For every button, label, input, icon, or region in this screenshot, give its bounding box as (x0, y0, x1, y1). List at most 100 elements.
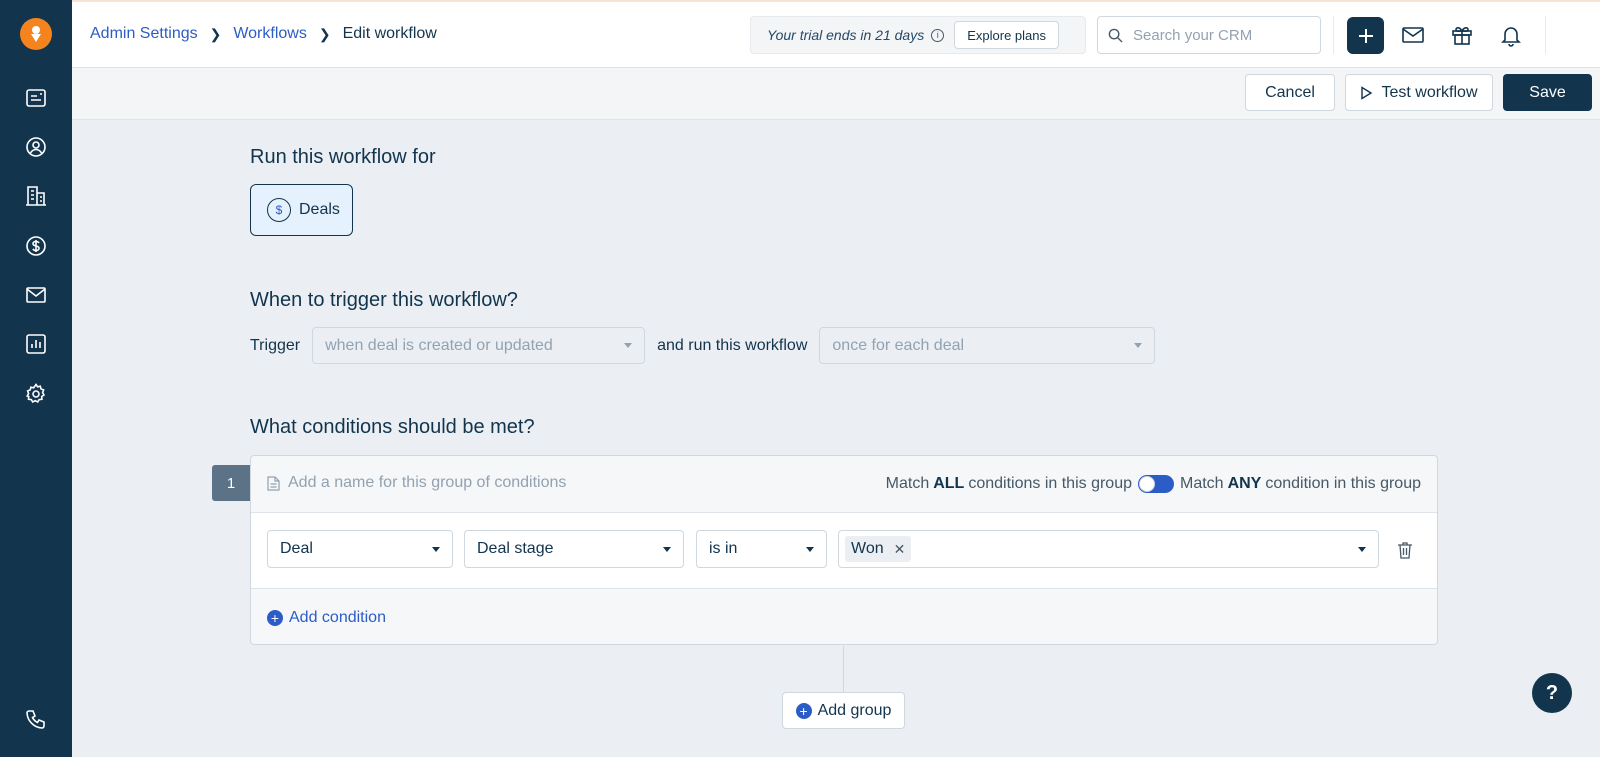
operator-select[interactable]: is in (696, 530, 827, 568)
caret-down-icon (1134, 343, 1143, 348)
bell-icon (1501, 27, 1521, 47)
remove-tag-icon[interactable]: ✕ (894, 541, 906, 558)
breadcrumb: Admin Settings ❯ Workflows ❯ Edit workfl… (90, 25, 437, 43)
info-icon[interactable]: i (931, 28, 945, 42)
add-group-button[interactable]: + Add group (782, 692, 905, 729)
add-group-label: Add group (817, 701, 892, 719)
group-name-input[interactable]: Add a name for this group of conditions (267, 474, 566, 492)
caret-down-icon (432, 546, 440, 552)
save-button[interactable]: Save (1503, 74, 1592, 111)
entity-select[interactable]: Deal (267, 530, 453, 568)
run-for-title: Run this workflow for (250, 146, 436, 168)
toggle-knob (1138, 476, 1155, 492)
explore-plans-button[interactable]: Explore plans (954, 21, 1059, 49)
test-workflow-label: Test workflow (1381, 83, 1478, 101)
chevron-right-icon: ❯ (209, 25, 222, 42)
dashboard-icon (26, 89, 46, 107)
breadcrumb-workflows[interactable]: Workflows (233, 25, 307, 43)
plus-circle-icon: + (267, 610, 283, 626)
trial-text: Your trial ends in 21 days (767, 27, 925, 43)
add-condition-button[interactable]: + Add condition (267, 609, 386, 627)
mail-button[interactable] (1399, 21, 1427, 49)
match-any-bold: ANY (1227, 475, 1262, 492)
divider (1545, 16, 1546, 54)
gift-icon (1452, 27, 1472, 45)
condition-row: Deal Deal stage is in Won ✕ (251, 513, 1437, 589)
caret-down-icon (624, 343, 633, 348)
contact-icon (26, 137, 46, 157)
condition-group: Add a name for this group of conditions … (250, 455, 1438, 645)
search-icon (1108, 28, 1123, 43)
building-icon (26, 186, 46, 206)
sidebar-item-dashboard[interactable] (22, 84, 50, 112)
document-icon (267, 475, 280, 491)
notifications-button[interactable] (1497, 21, 1525, 49)
sidebar-item-accounts[interactable] (22, 182, 50, 210)
logo-icon (31, 26, 41, 42)
entity-select-value: Deal (280, 540, 313, 557)
quick-add-button[interactable] (1347, 17, 1384, 54)
entity-option-label: Deals (299, 201, 340, 218)
breadcrumb-admin-settings[interactable]: Admin Settings (90, 25, 198, 43)
conditions-title: What conditions should be met? (250, 416, 535, 438)
test-workflow-button[interactable]: Test workflow (1345, 74, 1493, 111)
sidebar-item-reports[interactable] (22, 330, 50, 358)
value-tag-label: Won (851, 540, 884, 557)
entity-option-deals[interactable]: $ Deals (250, 184, 353, 236)
sidebar-item-deals[interactable] (22, 232, 50, 260)
sidebar-item-phone[interactable] (22, 706, 50, 734)
sidebar-item-email[interactable] (22, 281, 50, 309)
caret-down-icon (663, 546, 671, 552)
dollar-icon (26, 236, 46, 256)
trigger-row: Trigger when deal is created or updated … (250, 327, 1156, 364)
sidebar-item-contacts[interactable] (22, 133, 50, 161)
trigger-select[interactable]: when deal is created or updated (312, 327, 646, 364)
mail-icon (26, 287, 46, 303)
add-condition-label: Add condition (289, 609, 386, 626)
gift-button[interactable] (1448, 21, 1476, 49)
top-bar: Admin Settings ❯ Workflows ❯ Edit workfl… (72, 0, 1600, 68)
caret-down-icon (1358, 546, 1366, 552)
plus-icon (1358, 28, 1373, 43)
value-multiselect[interactable]: Won ✕ (838, 530, 1379, 568)
dollar-icon: $ (267, 198, 291, 222)
breadcrumb-current: Edit workflow (342, 25, 437, 42)
run-label: and run this workflow (657, 336, 808, 354)
trigger-title: When to trigger this workflow? (250, 289, 518, 311)
run-frequency-select[interactable]: once for each deal (819, 327, 1156, 364)
app-logo[interactable] (20, 18, 52, 50)
trigger-select-value: when deal is created or updated (325, 336, 553, 354)
search-box[interactable] (1097, 16, 1321, 54)
mail-icon (1402, 27, 1424, 43)
group-number-badge: 1 (212, 465, 250, 501)
trial-banner: Your trial ends in 21 days i Explore pla… (750, 16, 1086, 54)
match-all-prefix: Match (885, 475, 930, 492)
condition-group-header: Add a name for this group of conditions … (251, 456, 1437, 513)
trash-icon[interactable] (1397, 541, 1413, 559)
gear-icon (26, 383, 46, 404)
field-select-value: Deal stage (477, 540, 554, 557)
match-toggle[interactable] (1137, 475, 1174, 493)
group-name-placeholder: Add a name for this group of conditions (288, 474, 567, 491)
chevron-right-icon: ❯ (318, 25, 331, 42)
match-any-prefix: Match (1179, 475, 1224, 492)
match-all-suffix: conditions in this group (968, 475, 1132, 492)
play-icon (1361, 85, 1373, 100)
action-bar: Cancel Test workflow Save (72, 68, 1600, 120)
cancel-button[interactable]: Cancel (1245, 74, 1335, 111)
match-mode-switch: Match ALL conditions in this group Match… (886, 475, 1421, 493)
group-connector-line (843, 646, 844, 692)
sidebar (0, 0, 72, 757)
phone-icon (26, 710, 45, 729)
field-select[interactable]: Deal stage (464, 530, 684, 568)
trigger-label: Trigger (250, 336, 301, 354)
divider (1333, 16, 1334, 54)
match-any-suffix: condition in this group (1265, 475, 1421, 492)
match-all-bold: ALL (933, 475, 965, 492)
run-frequency-value: once for each deal (832, 336, 965, 354)
help-button[interactable]: ? (1532, 673, 1572, 713)
caret-down-icon (806, 546, 814, 552)
sidebar-item-settings[interactable] (22, 380, 50, 408)
plus-circle-icon: + (795, 702, 812, 719)
search-input[interactable] (1133, 26, 1313, 44)
